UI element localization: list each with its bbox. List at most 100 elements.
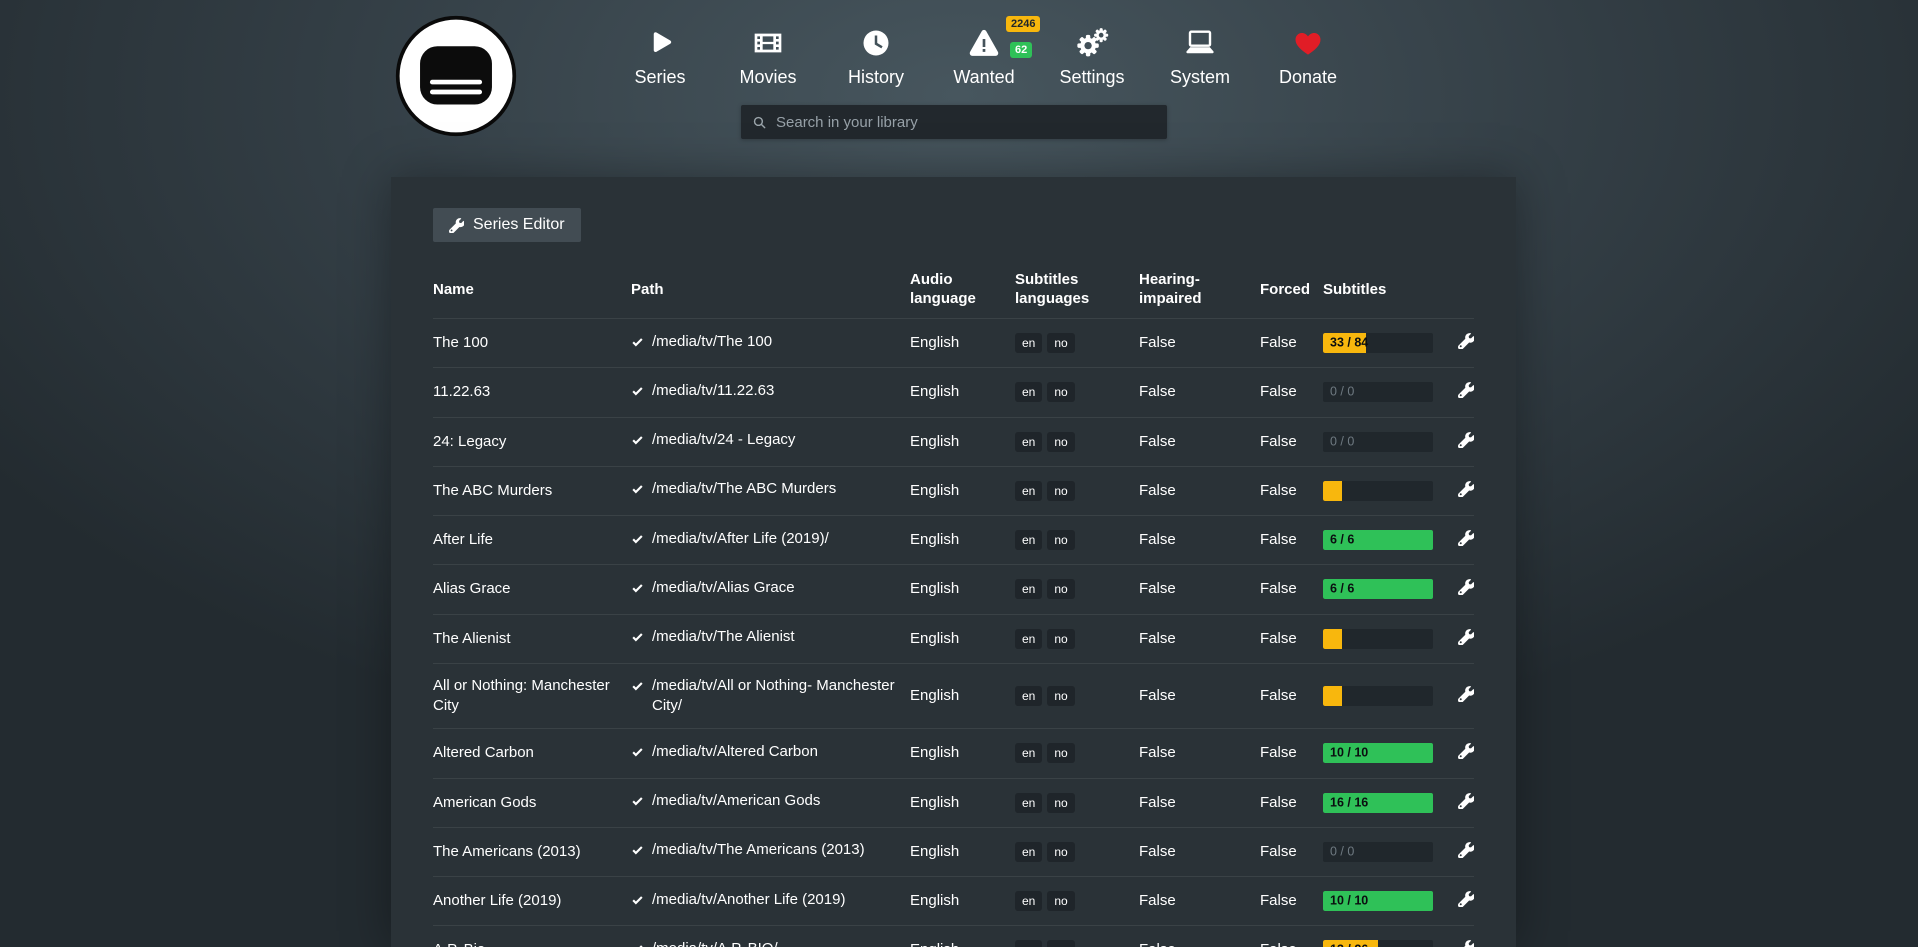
nav-system-label: System — [1170, 67, 1230, 88]
audio-language: English — [910, 481, 1015, 501]
subtitles-progress-fill — [1323, 686, 1342, 706]
audio-language: English — [910, 743, 1015, 763]
edit-series-button[interactable] — [1456, 627, 1476, 647]
forced-value: False — [1260, 891, 1323, 911]
audio-language: English — [910, 530, 1015, 550]
subtitles-languages: enno — [1015, 333, 1139, 353]
language-badge: en — [1015, 686, 1042, 706]
series-name[interactable]: The 100 — [433, 333, 631, 353]
subtitles-languages: enno — [1015, 793, 1139, 813]
forced-value: False — [1260, 579, 1323, 599]
check-icon — [631, 581, 644, 601]
nav-settings[interactable]: Settings — [1038, 24, 1146, 88]
series-name[interactable]: Alias Grace — [433, 579, 631, 599]
subtitles-progress: 6 / 6 — [1323, 530, 1433, 550]
edit-series-button[interactable] — [1456, 479, 1476, 499]
subtitles-progress-label: 33 / 84 — [1330, 335, 1368, 352]
edit-series-button[interactable] — [1456, 430, 1476, 450]
header-subtitles: Subtitles — [1323, 281, 1456, 300]
hearing-impaired-value: False — [1139, 333, 1260, 353]
check-icon — [631, 630, 644, 650]
series-name[interactable]: After Life — [433, 530, 631, 550]
table-row: A.P. Bio /media/tv/A.P. BIO/ English enn… — [433, 925, 1474, 947]
subtitles-progress-label: 6 / 6 — [1330, 532, 1354, 549]
series-name[interactable]: 11.22.63 — [433, 382, 631, 402]
heart-icon — [1293, 24, 1323, 62]
audio-language: English — [910, 432, 1015, 452]
subtitles-languages: enno — [1015, 629, 1139, 649]
series-editor-button[interactable]: Series Editor — [433, 208, 581, 242]
hearing-impaired-value: False — [1139, 530, 1260, 550]
check-icon — [631, 794, 644, 814]
table-row: After Life /media/tv/After Life (2019)/ … — [433, 515, 1474, 564]
nav-wanted[interactable]: 2246 62 Wanted — [930, 24, 1038, 88]
edit-series-button[interactable] — [1456, 840, 1476, 860]
bazarr-logo[interactable] — [394, 14, 518, 138]
series-path: /media/tv/The Alienist — [652, 627, 795, 647]
wanted-count-badge-success: 62 — [1010, 42, 1032, 58]
language-badge: no — [1047, 793, 1074, 813]
language-badge: no — [1047, 481, 1074, 501]
subtitles-progress-label: 13 / 26 — [1330, 942, 1368, 947]
series-name[interactable]: The ABC Murders — [433, 481, 631, 501]
forced-value: False — [1260, 793, 1323, 813]
film-icon — [752, 24, 784, 62]
nav-system[interactable]: System — [1146, 24, 1254, 88]
forced-value: False — [1260, 481, 1323, 501]
search-input[interactable] — [776, 114, 1157, 131]
series-name[interactable]: The Alienist — [433, 629, 631, 649]
subtitles-progress-label: 0 / 0 — [1330, 384, 1354, 401]
language-badge: no — [1047, 891, 1074, 911]
search-bar[interactable] — [741, 105, 1167, 139]
series-path: /media/tv/Another Life (2019) — [652, 890, 845, 910]
nav-movies[interactable]: Movies — [714, 24, 822, 88]
audio-language: English — [910, 940, 1015, 947]
series-name[interactable]: All or Nothing: Manchester City — [433, 676, 631, 717]
series-name[interactable]: Altered Carbon — [433, 743, 631, 763]
language-badge: no — [1047, 530, 1074, 550]
check-icon — [631, 843, 644, 863]
audio-language: English — [910, 382, 1015, 402]
edit-series-button[interactable] — [1456, 741, 1476, 761]
language-badge: no — [1047, 579, 1074, 599]
edit-series-button[interactable] — [1456, 528, 1476, 548]
search-icon — [751, 114, 768, 131]
series-name[interactable]: A.P. Bio — [433, 940, 631, 947]
forced-value: False — [1260, 382, 1323, 402]
series-path: /media/tv/11.22.63 — [652, 381, 774, 401]
nav-history[interactable]: History — [822, 24, 930, 88]
hearing-impaired-value: False — [1139, 382, 1260, 402]
edit-series-button[interactable] — [1456, 791, 1476, 811]
nav-series[interactable]: Series — [606, 24, 714, 88]
subtitles-progress: 0 / 0 — [1323, 432, 1433, 452]
language-badge: en — [1015, 793, 1042, 813]
subtitles-languages: enno — [1015, 530, 1139, 550]
subtitles-languages: enno — [1015, 686, 1139, 706]
audio-language: English — [910, 686, 1015, 706]
series-table: Name Path Audio language Subtitles langu… — [433, 262, 1474, 947]
series-name[interactable]: American Gods — [433, 793, 631, 813]
check-icon — [631, 335, 644, 355]
edit-series-button[interactable] — [1456, 684, 1476, 704]
language-badge: en — [1015, 579, 1042, 599]
hearing-impaired-value: False — [1139, 432, 1260, 452]
wrench-icon — [449, 218, 464, 233]
subtitles-languages: enno — [1015, 940, 1139, 947]
forced-value: False — [1260, 940, 1323, 947]
nav-donate[interactable]: Donate — [1254, 24, 1362, 88]
content-panel: Series Editor Name Path Audio language S… — [391, 177, 1516, 947]
series-name[interactable]: The Americans (2013) — [433, 842, 631, 862]
edit-series-button[interactable] — [1456, 331, 1476, 351]
series-name[interactable]: 24: Legacy — [433, 432, 631, 452]
subtitles-progress: 0 / 0 — [1323, 842, 1433, 862]
edit-series-button[interactable] — [1456, 889, 1476, 909]
language-badge: no — [1047, 842, 1074, 862]
edit-series-button[interactable] — [1456, 938, 1476, 947]
audio-language: English — [910, 579, 1015, 599]
subtitles-languages: enno — [1015, 743, 1139, 763]
edit-series-button[interactable] — [1456, 380, 1476, 400]
subtitles-progress-label: 6 / 6 — [1330, 581, 1354, 598]
series-name[interactable]: Another Life (2019) — [433, 891, 631, 911]
edit-series-button[interactable] — [1456, 577, 1476, 597]
gears-icon — [1075, 24, 1109, 62]
